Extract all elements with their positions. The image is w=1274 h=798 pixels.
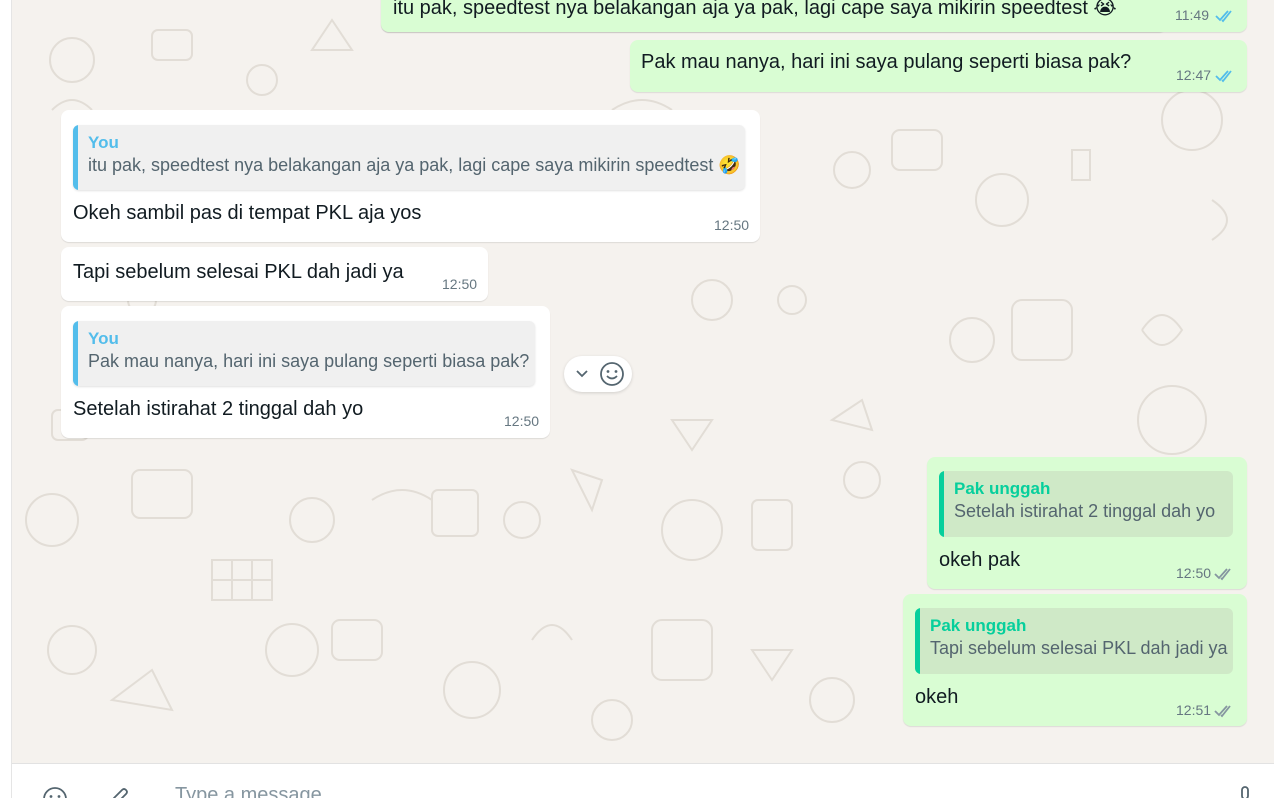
message-composer: Type a message bbox=[12, 763, 1274, 798]
window-left-edge bbox=[0, 0, 12, 798]
quoted-message[interactable]: You Pak mau nanya, hari ini saya pulang … bbox=[73, 321, 535, 386]
message-bubble-incoming[interactable]: Tapi sebelum selesai PKL dah jadi ya 12:… bbox=[61, 247, 488, 301]
message-time: 12:50 bbox=[714, 217, 750, 233]
message-input[interactable]: Type a message bbox=[175, 784, 322, 798]
message-bubble-incoming[interactable]: You itu pak, speedtest nya belakangan aj… bbox=[61, 110, 760, 242]
emoji-icon[interactable] bbox=[599, 361, 625, 387]
message-text: Pak mau nanya, hari ini saya pulang sepe… bbox=[641, 51, 1132, 73]
message-text: okeh bbox=[915, 686, 959, 708]
message-bubble-outgoing[interactable]: Pak unggah Setelah istirahat 2 tinggal d… bbox=[927, 457, 1247, 589]
quote-text: Setelah istirahat 2 tinggal dah yo bbox=[954, 501, 1216, 521]
message-time: 12:47 bbox=[1176, 67, 1212, 83]
quote-text: Tapi sebelum selesai PKL dah jadi ya bbox=[930, 638, 1228, 658]
message-text: itu pak, speedtest nya belakangan aja ya… bbox=[393, 0, 1117, 19]
message-text: Setelah istirahat 2 tinggal dah yo bbox=[73, 398, 364, 420]
quote-author: You bbox=[88, 329, 119, 348]
message-time: 12:50 bbox=[504, 413, 540, 429]
attach-icon[interactable] bbox=[108, 786, 132, 798]
quote-accent-bar bbox=[939, 471, 944, 537]
mic-icon[interactable] bbox=[1239, 786, 1251, 798]
message-time: 12:51 bbox=[1176, 702, 1212, 718]
message-text: okeh pak bbox=[939, 549, 1021, 571]
quote-author: Pak unggah bbox=[930, 616, 1027, 635]
message-bubble-incoming[interactable]: You Pak mau nanya, hari ini saya pulang … bbox=[61, 306, 550, 438]
delivered-receipt-icon bbox=[1214, 705, 1231, 718]
message-time: 11:49 bbox=[1175, 7, 1209, 23]
quote-author: Pak unggah bbox=[954, 479, 1051, 498]
message-bubble-outgoing[interactable]: Pak unggah Tapi sebelum selesai PKL dah … bbox=[903, 594, 1247, 726]
message-text: Tapi sebelum selesai PKL dah jadi ya bbox=[73, 261, 404, 283]
quote-accent-bar bbox=[73, 125, 78, 190]
chevron-down-icon[interactable] bbox=[575, 367, 589, 381]
message-bubble-outgoing[interactable]: Pak mau nanya, hari ini saya pulang sepe… bbox=[630, 40, 1247, 92]
chat-message-area[interactable]: itu pak, speedtest nya belakangan aja ya… bbox=[12, 0, 1274, 763]
quote-text: Pak mau nanya, hari ini saya pulang sepe… bbox=[88, 351, 530, 371]
quoted-message[interactable]: Pak unggah Setelah istirahat 2 tinggal d… bbox=[939, 471, 1233, 537]
message-text: Okeh sambil pas di tempat PKL aja yos bbox=[73, 202, 422, 224]
read-receipt-icon bbox=[1215, 70, 1232, 83]
message-hover-actions bbox=[564, 356, 632, 392]
quote-accent-bar bbox=[915, 608, 920, 674]
message-time: 12:50 bbox=[1176, 565, 1212, 581]
quote-author: You bbox=[88, 133, 119, 152]
message-time: 12:50 bbox=[442, 276, 478, 292]
delivered-receipt-icon bbox=[1214, 568, 1231, 581]
quote-accent-bar bbox=[73, 321, 78, 386]
emoji-icon[interactable] bbox=[42, 786, 68, 798]
quoted-message[interactable]: Pak unggah Tapi sebelum selesai PKL dah … bbox=[915, 608, 1233, 674]
message-bubble-outgoing-extension: itu pak, speedtest nya belakangan aja ya… bbox=[381, 0, 1247, 32]
read-receipt-icon bbox=[1215, 10, 1232, 23]
quoted-message[interactable]: You itu pak, speedtest nya belakangan aj… bbox=[73, 125, 745, 190]
quote-text: itu pak, speedtest nya belakangan aja ya… bbox=[88, 155, 741, 175]
